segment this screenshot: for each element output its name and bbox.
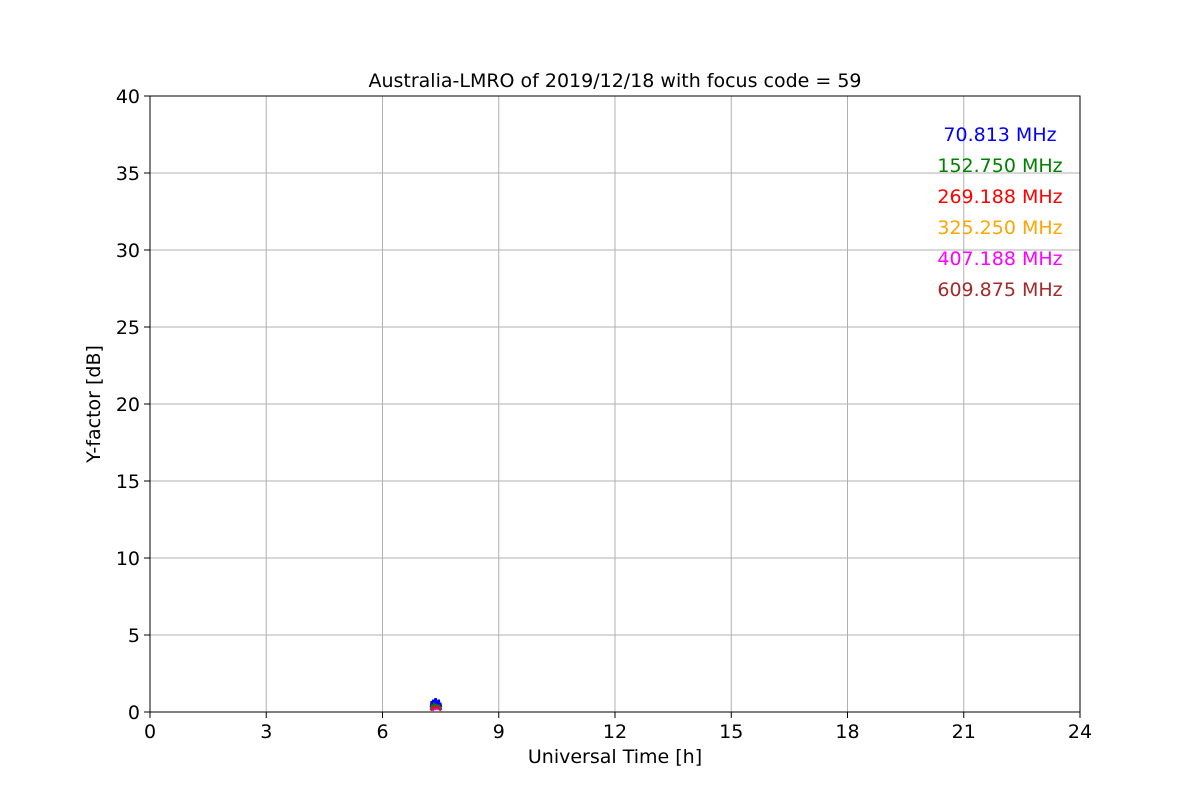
- legend-item: 70.813 MHz: [943, 124, 1056, 146]
- x-tick-label: 12: [603, 721, 627, 743]
- y-tick-label: 35: [116, 163, 140, 185]
- x-tick-label: 9: [493, 721, 505, 743]
- x-tick-label: 0: [144, 721, 156, 743]
- chart-background: [0, 0, 1200, 800]
- y-tick-label: 20: [116, 394, 140, 416]
- x-axis-label: Universal Time [h]: [528, 746, 702, 768]
- x-tick-label: 6: [376, 721, 388, 743]
- y-tick-label: 0: [128, 702, 140, 724]
- x-tick-label: 18: [835, 721, 859, 743]
- x-tick-label: 21: [952, 721, 976, 743]
- legend-item: 269.188 MHz: [937, 186, 1062, 208]
- legend-item: 407.188 MHz: [937, 248, 1062, 270]
- x-tick-label: 24: [1068, 721, 1092, 743]
- chart: 0 3 6 9 12 15 18 21 24 0 5 10 15 20 25 30 35 40 Australi…: [0, 0, 1200, 800]
- y-tick-label: 25: [116, 317, 140, 339]
- y-tick-label: 40: [116, 86, 140, 108]
- legend-item: 152.750 MHz: [937, 155, 1062, 177]
- y-tick-label: 5: [128, 625, 140, 647]
- legend-item: 609.875 MHz: [937, 279, 1062, 301]
- series-layer: [429, 697, 443, 712]
- y-tick-label: 15: [116, 471, 140, 493]
- y-tick-label: 30: [116, 240, 140, 262]
- chart-title: Australia-LMRO of 2019/12/18 with focus …: [368, 70, 861, 92]
- x-tick-label: 3: [260, 721, 272, 743]
- x-tick-label: 15: [719, 721, 743, 743]
- legend-item: 325.250 MHz: [937, 217, 1062, 239]
- y-axis-label: Y-factor [dB]: [83, 345, 105, 464]
- y-tick-label: 10: [116, 548, 140, 570]
